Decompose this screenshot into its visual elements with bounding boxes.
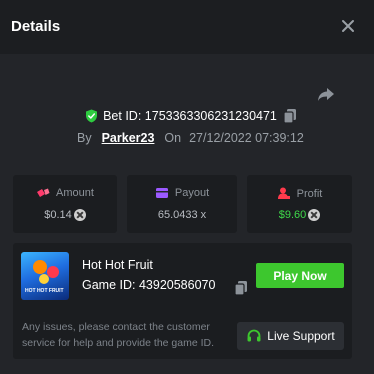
payout-label: Payout xyxy=(174,187,210,199)
profit-card: Profit $9.60 xyxy=(247,175,352,233)
payout-value: 65.0433 x xyxy=(157,209,207,221)
modal-title: Details xyxy=(11,18,61,35)
amount-label: Amount xyxy=(56,187,94,199)
bet-id-label: Bet ID: xyxy=(103,109,142,123)
username-link[interactable]: Parker23 xyxy=(102,131,155,145)
support-notice: Any issues, please contact the customer … xyxy=(22,321,215,349)
modal-header: Details xyxy=(0,0,374,54)
game-thumbnail[interactable]: HOT HOT FRUIT xyxy=(21,252,69,300)
profit-value: $9.60 xyxy=(278,209,307,221)
close-icon[interactable] xyxy=(340,18,356,34)
share-icon[interactable] xyxy=(316,84,336,104)
verified-shield-icon xyxy=(85,109,98,123)
bet-id-row: Bet ID: 1753363306231230471 xyxy=(0,108,374,124)
payout-card: Payout 65.0433 x xyxy=(127,175,237,233)
play-now-button[interactable]: Play Now xyxy=(256,263,344,288)
amount-value: $0.14 xyxy=(44,209,72,221)
game-id: Game ID: 43920586070 xyxy=(82,278,216,292)
bet-details-modal: Details Bet ID: 1753363306231230471 By P… xyxy=(0,0,374,374)
dice-icon xyxy=(37,188,50,197)
copy-icon[interactable] xyxy=(283,108,297,124)
headset-icon xyxy=(247,329,261,342)
live-support-label: Live Support xyxy=(267,329,335,343)
coin-icon xyxy=(308,209,321,221)
thumbnail-title: HOT HOT FRUIT xyxy=(25,288,64,294)
wallet-icon xyxy=(155,188,168,198)
bet-timestamp: 27/12/2022 07:39:12 xyxy=(189,131,304,145)
bet-id-value: 1753363306231230471 xyxy=(144,109,277,123)
amount-card: Amount $0.14 xyxy=(13,175,117,233)
bet-by-row: By Parker23 On 27/12/2022 07:39:12 xyxy=(77,131,304,145)
game-card: HOT HOT FRUIT Hot Hot Fruit Game ID: 439… xyxy=(13,243,352,359)
coin-icon xyxy=(73,209,86,221)
on-label: On xyxy=(164,131,182,145)
profit-icon xyxy=(277,187,290,199)
copy-icon[interactable] xyxy=(234,280,248,296)
profit-label: Profit xyxy=(296,187,323,200)
live-support-button[interactable]: Live Support xyxy=(237,322,344,350)
by-label: By xyxy=(77,131,92,145)
game-name: Hot Hot Fruit xyxy=(82,258,153,272)
